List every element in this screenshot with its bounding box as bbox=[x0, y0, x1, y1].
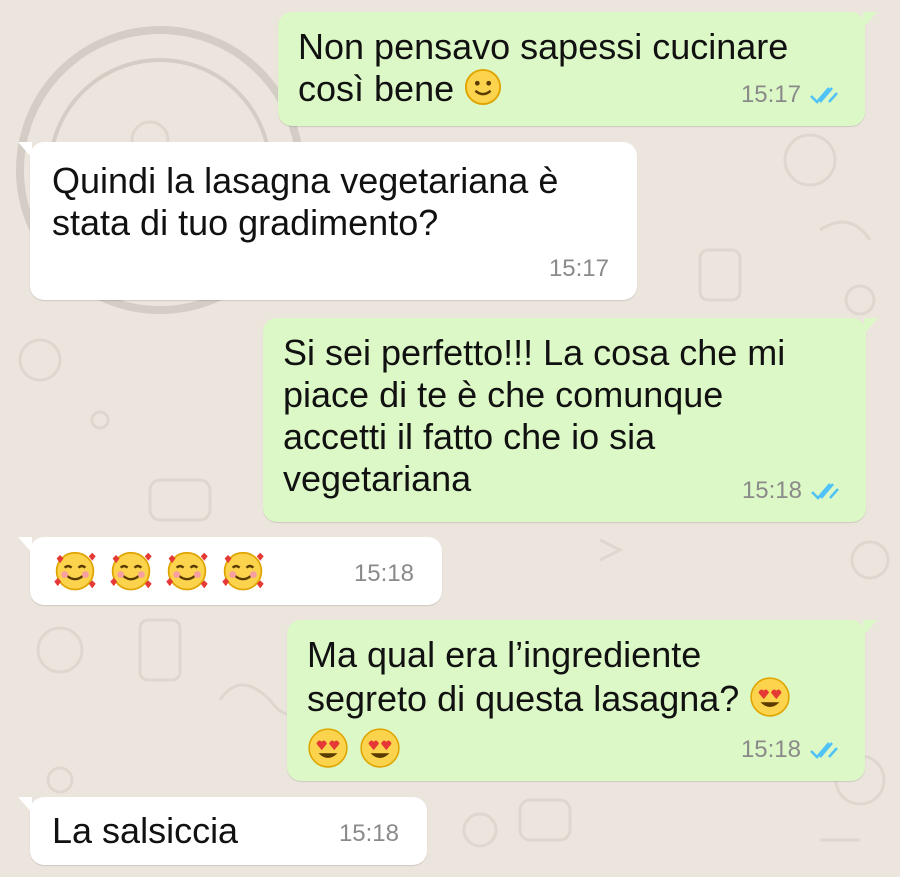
bubble-tail bbox=[864, 318, 878, 334]
slightly-smiling-face-icon bbox=[464, 68, 502, 115]
bubble-tail bbox=[18, 537, 32, 553]
message-time: 15:18 bbox=[338, 820, 399, 847]
smiling-face-with-hearts-icon bbox=[108, 547, 154, 602]
message-bubble-incoming[interactable]: Quindi la lasagna vegetariana è stata di… bbox=[18, 142, 637, 300]
message-meta: 15:18 bbox=[339, 813, 399, 855]
message-meta: 15:17 bbox=[741, 74, 839, 116]
heart-eyes-face-icon bbox=[749, 676, 791, 727]
message-bubble-outgoing[interactable]: Si sei perfetto!!! La cosa che mi piace … bbox=[263, 318, 878, 522]
message-bubble-incoming[interactable]: 15:18 bbox=[18, 537, 442, 605]
bubble-tail bbox=[863, 620, 877, 636]
message-time: 15:18 bbox=[740, 736, 801, 763]
message-time: 15:17 bbox=[548, 255, 609, 282]
message-meta: 15:18 bbox=[354, 553, 414, 595]
smiling-face-with-hearts-icon bbox=[164, 547, 210, 602]
double-check-read-icon bbox=[809, 85, 839, 105]
message-time: 15:17 bbox=[740, 81, 801, 108]
heart-eyes-face-icon bbox=[307, 727, 349, 778]
message-text: Quindi la lasagna vegetariana è stata di… bbox=[52, 160, 559, 243]
message-bubble-incoming[interactable]: La salsiccia 15:18 bbox=[18, 797, 427, 865]
message-bubble-outgoing[interactable]: Ma qual era l’ingrediente segreto di que… bbox=[287, 620, 877, 781]
bubble-tail bbox=[863, 12, 877, 28]
message-bubble-outgoing[interactable]: Non pensavo sapessi cucinare così bene 1… bbox=[278, 12, 877, 126]
bubble-tail bbox=[18, 797, 32, 813]
double-check-read-icon bbox=[810, 481, 840, 501]
smiling-face-with-hearts-icon bbox=[52, 547, 98, 602]
message-time: 15:18 bbox=[741, 477, 802, 504]
heart-eyes-face-icon bbox=[359, 727, 401, 778]
message-meta: 15:17 bbox=[549, 248, 609, 290]
double-check-read-icon bbox=[809, 740, 839, 760]
message-meta: 15:18 bbox=[742, 470, 840, 512]
message-time: 15:18 bbox=[353, 560, 414, 587]
smiling-face-with-hearts-icon bbox=[220, 547, 266, 602]
bubble-tail bbox=[18, 142, 32, 158]
message-meta: 15:18 bbox=[741, 729, 839, 771]
